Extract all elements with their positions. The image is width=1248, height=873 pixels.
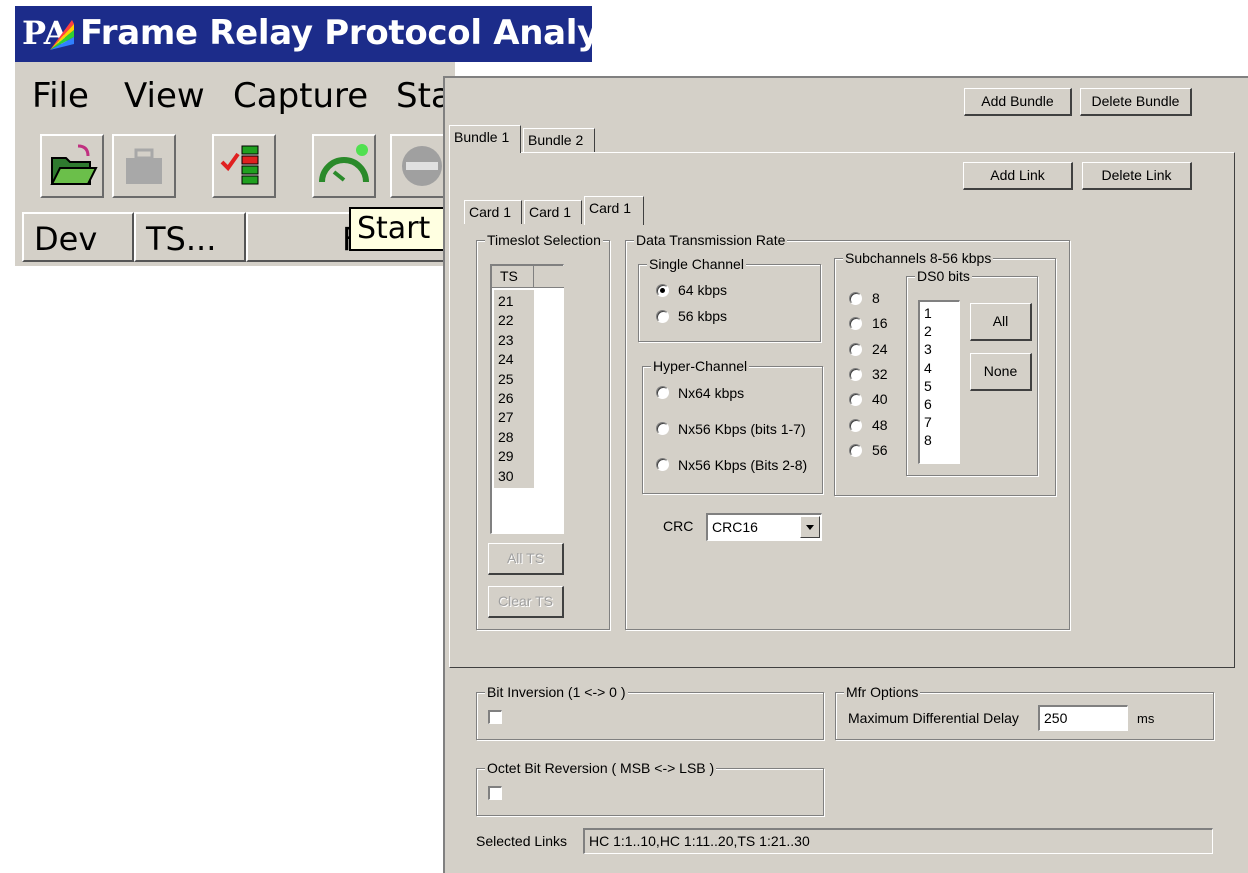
radio-subchannel-8[interactable] — [849, 292, 862, 305]
dropdown-arrow-icon[interactable] — [800, 516, 820, 538]
radio-subchannel-label: 40 — [872, 391, 888, 408]
single-channel-title: Single Channel — [647, 256, 746, 272]
selected-links-label: Selected Links — [476, 833, 568, 849]
ts-column-header[interactable]: TS — [492, 266, 534, 288]
ds0-bit-item[interactable]: 5 — [924, 377, 932, 395]
ts-item[interactable]: 27 — [498, 408, 514, 427]
ds0-bit-item[interactable]: 1 — [924, 304, 932, 322]
ds0-bit-item[interactable]: 6 — [924, 395, 932, 413]
ts-column-blank — [534, 266, 564, 288]
data-rate-group-title: Data Transmission Rate — [634, 232, 788, 248]
bit-inversion-title: Bit Inversion (1 <-> 0 ) — [485, 684, 628, 700]
subchannels-title: Subchannels 8-56 kbps — [843, 250, 994, 266]
radio-64kbps-label: 64 kbps — [678, 282, 728, 298]
tab-card-1a[interactable]: Card 1 — [464, 200, 522, 224]
radio-subchannel-32[interactable] — [849, 367, 862, 381]
ts-item[interactable]: 28 — [498, 428, 514, 447]
all-ts-button[interactable]: All TS — [488, 543, 564, 575]
tab-card-1c[interactable]: Card 1 — [584, 196, 644, 225]
max-diff-delay-unit: ms — [1137, 711, 1155, 726]
radio-subchannel-label: 8 — [872, 290, 880, 306]
clear-ts-button[interactable]: Clear TS — [488, 586, 564, 618]
ds0-bits-list[interactable]: 12345678 — [918, 300, 960, 464]
hyper-channel-title: Hyper-Channel — [651, 358, 750, 374]
tab-card-1b[interactable]: Card 1 — [524, 200, 582, 224]
ts-item[interactable]: 23 — [498, 331, 514, 350]
ds0-bit-item[interactable]: 3 — [924, 340, 932, 358]
timeslot-list[interactable]: TS 21 22 23 24 25 26 27 28 29 30 — [490, 264, 564, 534]
selected-links-field[interactable]: HC 1:1..10,HC 1:11..20,TS 1:21..30 — [583, 828, 1213, 854]
ds0-bit-item[interactable]: 8 — [924, 431, 932, 449]
radio-subchannel-label: 48 — [872, 416, 888, 433]
timeslot-group-title: Timeslot Selection — [485, 232, 603, 248]
bit-inversion-group: Bit Inversion (1 <-> 0 ) — [476, 684, 824, 740]
octet-reversion-title: Octet Bit Reversion ( MSB <-> LSB ) — [485, 760, 717, 776]
delete-bundle-button[interactable]: Delete Bundle — [1080, 88, 1192, 116]
radio-subchannel-label: 24 — [872, 340, 888, 357]
mfr-options-title: Mfr Options — [844, 684, 921, 700]
radio-64kbps[interactable] — [656, 284, 669, 297]
radio-56kbps-label: 56 kbps — [678, 308, 728, 324]
max-diff-delay-input[interactable]: 250 — [1038, 705, 1128, 731]
delete-link-button[interactable]: Delete Link — [1082, 162, 1192, 190]
ts-item[interactable]: 24 — [498, 350, 514, 369]
bit-inversion-checkbox[interactable] — [488, 710, 502, 724]
ds0-all-button[interactable]: All — [970, 303, 1032, 341]
crc-select-value: CRC16 — [712, 519, 758, 535]
radio-nx56-bits-2-8[interactable] — [656, 458, 669, 471]
radio-56kbps[interactable] — [656, 310, 669, 323]
ts-item[interactable]: 22 — [498, 311, 514, 330]
tab-bundle-2[interactable]: Bundle 2 — [523, 128, 595, 152]
radio-subchannel-label: 16 — [872, 315, 888, 332]
ds0-bit-item[interactable]: 4 — [924, 359, 932, 377]
radio-nx64[interactable] — [656, 386, 669, 399]
ds0-bit-item[interactable]: 2 — [924, 322, 932, 340]
ts-item[interactable]: 25 — [498, 370, 514, 389]
crc-label: CRC — [663, 518, 694, 534]
ds0-bits-title: DS0 bits — [915, 268, 972, 284]
crc-select[interactable]: CRC16 — [706, 513, 822, 541]
max-diff-delay-label: Maximum Differential Delay — [848, 710, 1019, 726]
radio-nx56-bits-1-7-label: Nx56 Kbps (bits 1-7) — [678, 421, 806, 437]
tab-bundle-1[interactable]: Bundle 1 — [449, 125, 521, 153]
ds0-bit-item[interactable]: 7 — [924, 413, 932, 431]
radio-subchannel-label: 56 — [872, 441, 888, 458]
radio-subchannel-label: 32 — [872, 365, 888, 382]
ts-item[interactable]: 30 — [498, 467, 514, 486]
radio-nx56-bits-2-8-label: Nx56 Kbps (Bits 2-8) — [678, 457, 808, 473]
radio-subchannel-48[interactable] — [849, 418, 862, 432]
radio-nx64-label: Nx64 kbps — [678, 385, 745, 401]
radio-nx56-bits-1-7[interactable] — [656, 422, 669, 435]
octet-reversion-checkbox[interactable] — [488, 786, 502, 800]
radio-subchannel-24[interactable] — [849, 342, 862, 356]
octet-reversion-group: Octet Bit Reversion ( MSB <-> LSB ) — [476, 760, 824, 816]
radio-subchannel-56[interactable] — [849, 443, 862, 457]
ts-item[interactable]: 29 — [498, 447, 514, 466]
ds0-none-button[interactable]: None — [970, 353, 1032, 391]
add-link-button[interactable]: Add Link — [963, 162, 1073, 190]
ts-item[interactable]: 26 — [498, 389, 514, 408]
add-bundle-button[interactable]: Add Bundle — [964, 88, 1072, 116]
single-channel-group: Single Channel — [638, 256, 821, 342]
ts-item[interactable]: 21 — [498, 292, 514, 311]
